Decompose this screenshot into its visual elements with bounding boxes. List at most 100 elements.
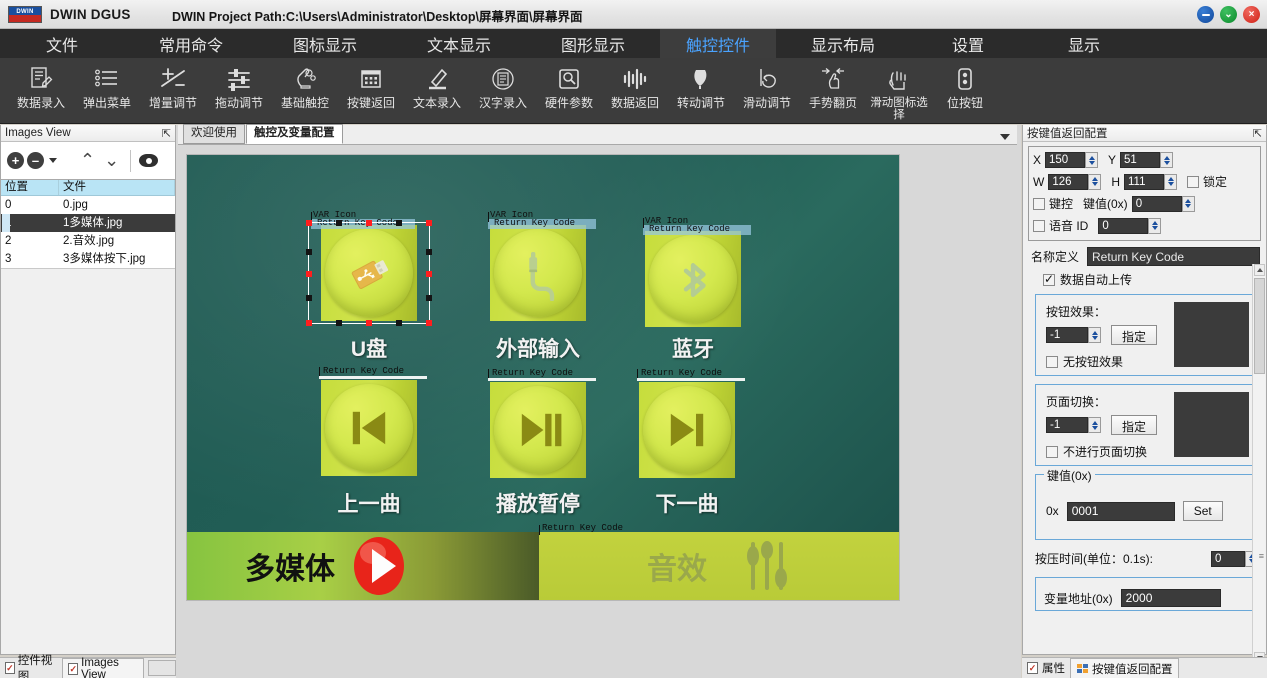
tab-control-view[interactable]: ✓ 控件视图 <box>0 650 62 678</box>
tool-data-return[interactable]: 数据返回 <box>602 62 668 122</box>
selection-handle[interactable] <box>306 320 312 326</box>
table-row[interactable]: 1 1多媒体.jpg <box>1 214 175 232</box>
selection-handle[interactable] <box>396 320 402 326</box>
pin-icon[interactable]: ⇱ <box>1253 127 1262 140</box>
tool-drag-adjust[interactable]: 拖动调节 <box>206 62 272 122</box>
page-switch-spin-arrows[interactable] <box>1088 417 1101 433</box>
selection-handle[interactable] <box>306 249 312 255</box>
tool-popup-menu[interactable]: 弹出菜单 <box>74 62 140 122</box>
keyvalue-spin-arrows[interactable] <box>1181 195 1195 212</box>
tool-basic-touch[interactable]: 基础触控 <box>272 62 338 122</box>
right-splitter[interactable] <box>1017 125 1021 678</box>
selection-handle[interactable] <box>306 295 312 301</box>
tool-return-key[interactable]: 按键返回 <box>338 62 404 122</box>
tab-welcome[interactable]: 欢迎使用 <box>183 124 245 144</box>
selection-handle[interactable] <box>366 220 372 226</box>
x-spin-arrows[interactable] <box>1085 152 1099 168</box>
table-row[interactable]: 0 0.jpg <box>1 196 175 214</box>
design-screen[interactable]: VAR Icon Return Key Code U盘 VAR Icon Ret… <box>187 155 899 600</box>
menu-item-2[interactable]: 图标显示 <box>258 29 392 58</box>
x-spinner[interactable] <box>1045 152 1099 168</box>
remove-image-button[interactable]: – <box>27 152 44 169</box>
button-effect-spin-arrows[interactable] <box>1088 327 1101 343</box>
scroll-thumb[interactable] <box>1254 278 1265 374</box>
table-row[interactable]: 2 2.音效.jpg <box>1 232 175 250</box>
remove-dropdown-icon[interactable] <box>49 158 57 163</box>
selection-handle[interactable] <box>426 249 432 255</box>
tool-slide-adjust[interactable]: 滑动调节 <box>734 62 800 122</box>
auto-upload-checkbox[interactable] <box>1043 272 1055 286</box>
w-spin-arrows[interactable] <box>1088 173 1102 190</box>
voice-input[interactable] <box>1098 217 1149 234</box>
tab-images-view[interactable]: ✓ Images View <box>62 657 144 678</box>
tool-gesture-page[interactable]: 手势翻页 <box>800 62 866 122</box>
selection-handle[interactable] <box>426 220 432 226</box>
tab-overflow-icon[interactable] <box>1000 134 1010 140</box>
page-switch-input[interactable] <box>1046 417 1088 433</box>
minimize-button[interactable] <box>1197 6 1214 23</box>
h-input[interactable] <box>1124 173 1164 190</box>
variable-address-input[interactable] <box>1120 589 1221 607</box>
keyvalue-spinner[interactable] <box>1131 195 1195 212</box>
press-time-input[interactable] <box>1211 550 1245 567</box>
maximize-button[interactable]: ⌄ <box>1220 6 1237 23</box>
w-input[interactable] <box>1048 173 1089 190</box>
panel-resize-grip[interactable]: ≡ <box>1259 551 1264 561</box>
menu-item-1[interactable]: 常用命令 <box>124 29 258 58</box>
move-down-button[interactable]: ⌄ <box>101 150 122 171</box>
voice-spinner[interactable] <box>1098 217 1162 234</box>
h-spinner[interactable] <box>1124 173 1177 190</box>
voice-spin-arrows[interactable] <box>1148 217 1162 234</box>
y-spinner[interactable] <box>1120 152 1174 168</box>
press-time-spinner[interactable] <box>1211 550 1258 567</box>
selection-handle[interactable] <box>336 220 342 226</box>
menu-item-7[interactable]: 设置 <box>910 29 1026 58</box>
table-row[interactable]: 3 3多媒体按下.jpg <box>1 250 175 268</box>
scroll-up-arrow[interactable] <box>1254 264 1265 276</box>
menu-item-5[interactable]: 触控控件 <box>660 29 776 58</box>
selection-handle[interactable] <box>306 220 312 226</box>
selection-handle[interactable] <box>336 320 342 326</box>
tab-key-return-config[interactable]: 按键值返回配置 <box>1070 658 1179 678</box>
sound-effect-bar[interactable]: Return Key Code 音效 <box>539 523 899 600</box>
tool-chinese-entry[interactable]: 汉字录入 <box>470 62 536 122</box>
selection-handle[interactable] <box>306 271 312 277</box>
properties-scrollbar[interactable] <box>1252 264 1265 664</box>
tab-touch-var-config[interactable]: 触控及变量配置 <box>246 124 343 144</box>
tool-rotate-adjust[interactable]: 转动调节 <box>668 62 734 122</box>
button-effect-assign-button[interactable]: 指定 <box>1111 325 1158 345</box>
voice-checkbox[interactable] <box>1033 219 1045 232</box>
move-up-button[interactable]: ⌃ <box>77 150 98 171</box>
button-effect-spinner[interactable] <box>1046 327 1101 343</box>
no-page-switch-checkbox[interactable] <box>1046 445 1058 458</box>
keycontrol-checkbox[interactable] <box>1033 197 1045 210</box>
button-effect-input[interactable] <box>1046 327 1088 343</box>
tool-bit-button[interactable]: 位按钮 <box>932 62 998 122</box>
selection-handle[interactable] <box>426 271 432 277</box>
y-input[interactable] <box>1120 152 1161 168</box>
menu-item-8[interactable]: 显示 <box>1026 29 1142 58</box>
tab-properties[interactable]: ✓ 属性 <box>1022 658 1070 678</box>
menu-item-0[interactable]: 文件 <box>0 29 124 58</box>
tool-slide-select-icon[interactable]: 滑动图标选择 <box>866 62 932 122</box>
w-spinner[interactable] <box>1048 173 1102 190</box>
tool-hardware-param[interactable]: 硬件参数 <box>536 62 602 122</box>
tool-data-entry[interactable]: 数据录入 <box>8 62 74 122</box>
key-value-set-button[interactable]: Set <box>1182 501 1223 521</box>
name-input[interactable] <box>1087 247 1260 266</box>
y-spin-arrows[interactable] <box>1160 152 1174 168</box>
page-switch-assign-button[interactable]: 指定 <box>1111 415 1158 435</box>
x-input[interactable] <box>1045 152 1086 168</box>
menu-item-4[interactable]: 图形显示 <box>526 29 660 58</box>
menu-item-6[interactable]: 显示布局 <box>776 29 910 58</box>
selection-handle[interactable] <box>426 295 432 301</box>
selection-handle[interactable] <box>426 320 432 326</box>
close-button[interactable]: × <box>1243 6 1260 23</box>
page-switch-spinner[interactable] <box>1046 417 1101 433</box>
tool-increment-adjust[interactable]: 增量调节 <box>140 62 206 122</box>
add-image-button[interactable]: + <box>7 152 24 169</box>
no-button-effect-checkbox[interactable] <box>1046 355 1058 368</box>
menu-item-3[interactable]: 文本显示 <box>392 29 526 58</box>
multimedia-bar[interactable]: 多媒体 <box>187 532 539 600</box>
pin-icon[interactable]: ⇱ <box>162 127 171 140</box>
